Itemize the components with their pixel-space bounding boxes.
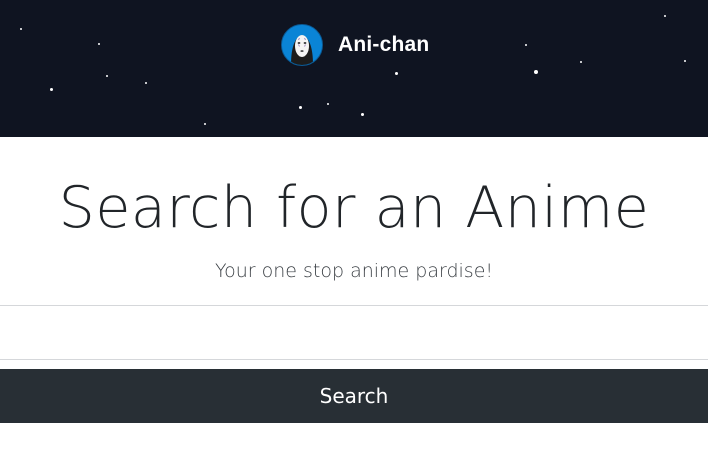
page-title: Search for an Anime: [58, 175, 650, 241]
brand-title[interactable]: Ani-chan: [338, 33, 429, 57]
star: [204, 123, 206, 125]
star: [50, 88, 53, 91]
star: [20, 28, 22, 30]
star: [534, 70, 538, 74]
star: [145, 82, 147, 84]
star: [580, 61, 582, 63]
star: [664, 15, 666, 17]
search-input[interactable]: [0, 306, 708, 359]
star: [525, 44, 527, 46]
star: [684, 60, 686, 62]
no-face-mask-icon: [281, 24, 323, 66]
star: [327, 103, 329, 105]
brand[interactable]: Ani-chan: [281, 23, 429, 67]
site-header: Ani-chan: [0, 0, 708, 137]
divider: [0, 359, 708, 360]
star: [106, 75, 108, 77]
star: [98, 43, 100, 45]
main-content: Search for an Anime Your one stop anime …: [0, 137, 708, 450]
search-button[interactable]: Search: [0, 369, 708, 423]
star: [361, 113, 364, 116]
page-subtitle: Your one stop anime pardise!: [215, 260, 493, 282]
star: [299, 106, 302, 109]
star: [395, 72, 398, 75]
